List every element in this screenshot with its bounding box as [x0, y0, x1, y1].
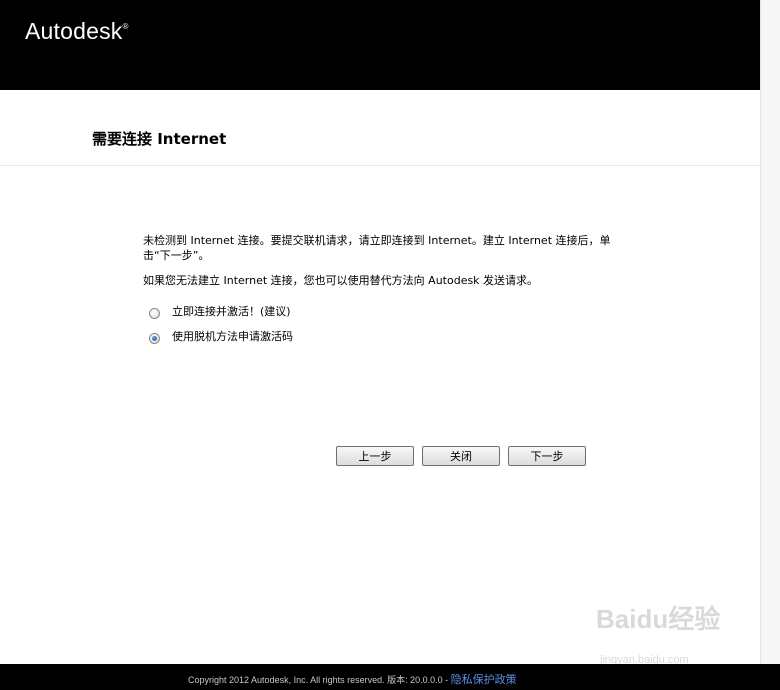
radio-checked-icon[interactable] — [149, 332, 160, 344]
option-connect-activate[interactable]: 立即连接并激活！(建议) — [149, 303, 291, 319]
page-title: 需要连接 Internet — [92, 130, 227, 148]
no-connection-message: 未检测到 Internet 连接。要提交联机请求，请立即连接到 Internet… — [143, 234, 611, 262]
logo-registered-mark: ® — [122, 22, 129, 31]
option-label: 立即连接并激活！(建议) — [172, 305, 291, 318]
footer-bar: Copyright 2012 Autodesk, Inc. All rights… — [0, 664, 780, 690]
copyright-text: Copyright 2012 Autodesk, Inc. All rights… — [188, 675, 451, 685]
close-button[interactable]: 关闭 — [422, 446, 500, 466]
logo-text: Autodesk — [25, 18, 123, 44]
back-button[interactable]: 上一步 — [336, 446, 414, 466]
vertical-scrollbar[interactable] — [760, 0, 780, 664]
radio-unchecked-icon[interactable] — [149, 307, 160, 319]
header-bar: Autodesk® — [0, 0, 760, 90]
footer-text: Copyright 2012 Autodesk, Inc. All rights… — [188, 671, 517, 687]
option-label: 使用脱机方法申请激活码 — [172, 330, 293, 343]
autodesk-logo: Autodesk® — [25, 18, 129, 45]
next-button[interactable]: 下一步 — [508, 446, 586, 466]
baidu-watermark: Baidu经验 — [596, 606, 720, 632]
privacy-policy-link[interactable]: 隐私保护政策 — [451, 674, 517, 686]
option-offline-request[interactable]: 使用脱机方法申请激活码 — [149, 328, 293, 344]
alternative-method-message: 如果您无法建立 Internet 连接，您也可以使用替代方法向 Autodesk… — [143, 274, 539, 287]
watermark-brand: Baidu经验 — [596, 604, 721, 634]
